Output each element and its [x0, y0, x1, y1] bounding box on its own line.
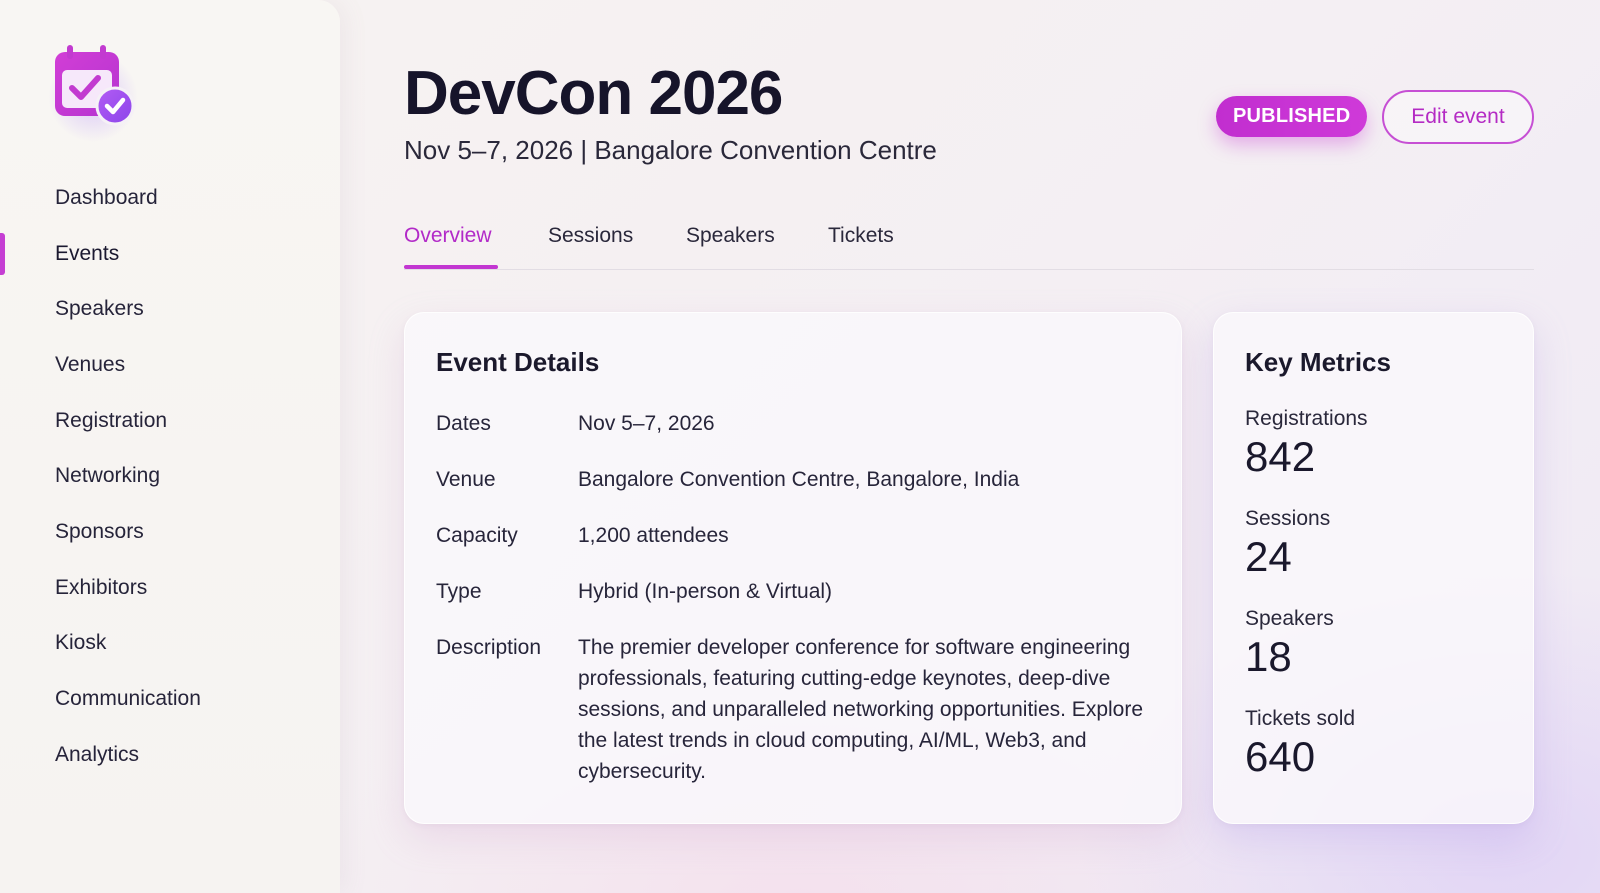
- metric-value-tickets-sold: 640: [1245, 733, 1316, 780]
- detail-label: Dates: [436, 412, 491, 435]
- detail-value: 1,200 attendees: [578, 524, 729, 547]
- edit-event-button[interactable]: Edit event: [1382, 90, 1534, 144]
- metric-label-sessions: Sessions: [1245, 507, 1331, 530]
- sidebar-item-analytics[interactable]: Analytics: [0, 727, 340, 783]
- sidebar-item-label: Exhibitors: [55, 575, 148, 599]
- detail-value: The premier developer conference for sof…: [578, 636, 1144, 783]
- sidebar-item-label: Speakers: [55, 297, 144, 321]
- detail-label: Description: [436, 636, 542, 659]
- calendar-check-icon[interactable]: [50, 42, 140, 132]
- tab-sessions[interactable]: Sessions: [548, 224, 633, 248]
- sidebar-item-events[interactable]: Events: [0, 226, 340, 282]
- sidebar-item-sponsors[interactable]: Sponsors: [0, 504, 340, 560]
- metric-value-sessions: 24: [1245, 533, 1292, 580]
- metric-value-registrations: 842: [1245, 433, 1316, 480]
- sidebar-item-label: Communication: [55, 687, 201, 711]
- detail-value: Bangalore Convention Centre, Bangalore, …: [578, 468, 1020, 491]
- sidebar-item-dashboard[interactable]: Dashboard: [0, 170, 340, 226]
- key-metrics-title: Key Metrics: [1245, 347, 1391, 377]
- sidebar-nav: Dashboard Events Speakers Venues Registratio…: [0, 170, 340, 783]
- sidebar-item-label: Kiosk: [55, 631, 107, 655]
- key-metrics-card: Key Metrics Registrations 842 Sessions 2…: [1213, 312, 1534, 824]
- page-title: DevCon 2026: [404, 59, 783, 128]
- detail-label: Venue: [436, 468, 496, 491]
- metric-label-speakers: Speakers: [1245, 607, 1334, 630]
- sidebar-item-label: Registration: [55, 408, 168, 432]
- active-tab-indicator: [404, 265, 498, 269]
- detail-label: Type: [436, 580, 482, 603]
- active-nav-indicator: [0, 232, 5, 275]
- detail-value: Nov 5–7, 2026: [578, 412, 715, 435]
- sidebar-item-registration[interactable]: Registration: [0, 393, 340, 449]
- tab-speakers[interactable]: Speakers: [686, 224, 775, 248]
- sidebar-item-label: Dashboard: [55, 185, 158, 209]
- sidebar-item-label: Analytics: [55, 742, 140, 766]
- event-details-card: Event Details Dates Nov 5–7, 2026 Venue …: [404, 312, 1182, 824]
- sidebar-item-label: Networking: [55, 464, 161, 488]
- detail-value: Hybrid (In-person & Virtual): [578, 580, 833, 603]
- sidebar-item-exhibitors[interactable]: Exhibitors: [0, 560, 340, 616]
- sidebar-item-kiosk[interactable]: Kiosk: [0, 616, 340, 672]
- metric-label-registrations: Registrations: [1245, 407, 1368, 430]
- sidebar-item-networking[interactable]: Networking: [0, 448, 340, 504]
- tab-overview[interactable]: Overview: [404, 224, 492, 248]
- detail-label: Capacity: [436, 524, 518, 547]
- event-details-title: Event Details: [436, 347, 600, 377]
- metric-value-speakers: 18: [1245, 633, 1292, 680]
- metric-label-tickets-sold: Tickets sold: [1245, 707, 1356, 730]
- status-badge: PUBLISHED: [1216, 96, 1368, 137]
- sidebar: Dashboard Events Speakers Venues Registratio…: [0, 0, 340, 893]
- tab-tickets[interactable]: Tickets: [828, 224, 894, 248]
- sidebar-item-communication[interactable]: Communication: [0, 671, 340, 727]
- event-subtitle: Nov 5–7, 2026 | Bangalore Convention Cen…: [404, 135, 937, 165]
- sidebar-item-venues[interactable]: Venues: [0, 337, 340, 393]
- tab-bar: Overview Sessions Speakers Tickets: [404, 218, 1534, 270]
- sidebar-item-label: Events: [55, 241, 120, 265]
- sidebar-item-label: Venues: [55, 352, 126, 376]
- sidebar-item-speakers[interactable]: Speakers: [0, 281, 340, 337]
- sidebar-item-label: Sponsors: [55, 519, 144, 543]
